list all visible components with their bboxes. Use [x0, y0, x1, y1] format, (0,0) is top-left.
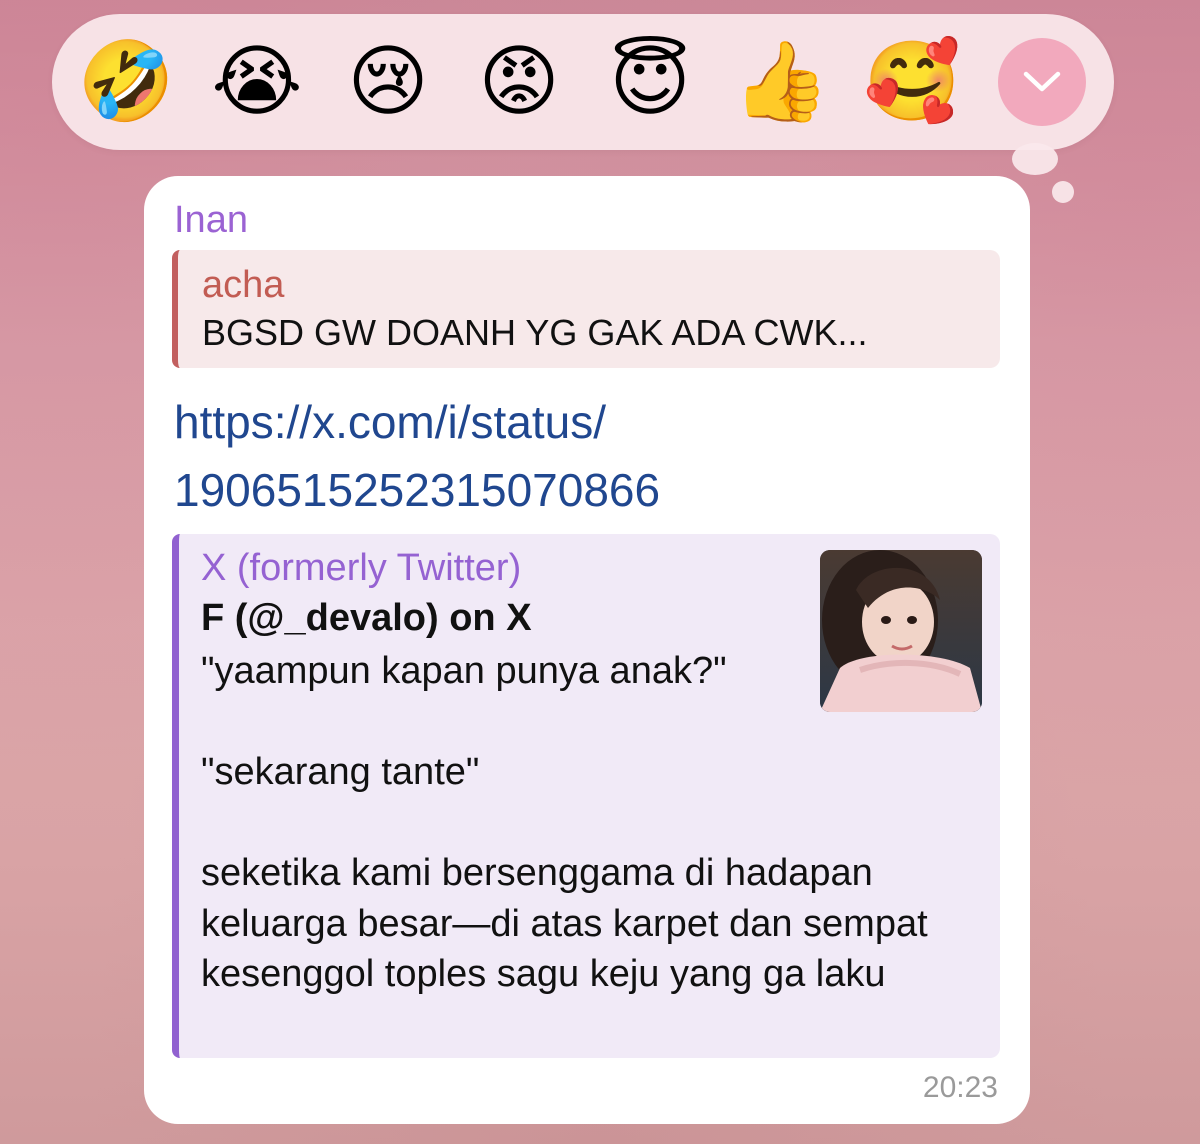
profile-photo-icon [820, 550, 982, 712]
message-timestamp: 20:23 [922, 1071, 998, 1104]
reply-quote[interactable]: acha BGSD GW DOANH YG GAK ADA CWK... [172, 250, 1000, 368]
crying-reaction-icon[interactable]: 😢 [340, 34, 436, 130]
preview-paragraph: "sekarang tante" [201, 751, 480, 793]
halo-smile-reaction-icon[interactable]: 😇 [602, 34, 698, 130]
rolling-laughing-reaction-icon[interactable]: 🤣 [77, 34, 174, 130]
message-bubble[interactable]: Inan acha BGSD GW DOANH YG GAK ADA CWK..… [144, 176, 1030, 1124]
reaction-bar: 🤣 😭 😢 😡 😇 👍 🥰 [52, 14, 1114, 150]
chevron-down-icon [1023, 71, 1061, 92]
angry-reaction-icon[interactable]: 😡 [471, 34, 567, 130]
preview-thumbnail[interactable] [820, 550, 982, 712]
preview-paragraph: seketika kami bersenggama di hadapan kel… [201, 852, 928, 995]
link-line-1: https://x.com/i/status/ [174, 396, 607, 448]
reaction-bar-tail-dot [1052, 181, 1074, 203]
link-preview[interactable]: X (formerly Twitter) F (@_devalo) on X "… [172, 534, 1000, 1058]
thumbs-up-reaction-icon[interactable]: 👍 [732, 34, 829, 130]
reply-text: BGSD GW DOANH YG GAK ADA CWK... [202, 312, 868, 353]
preview-site-name: X (formerly Twitter) [201, 547, 522, 589]
reply-author: acha [202, 264, 285, 306]
link-line-2: 1906515252315070866 [174, 464, 661, 516]
sender-name[interactable]: Inan [174, 198, 248, 242]
message-link[interactable]: https://x.com/i/status/ 1906515252315070… [174, 388, 660, 524]
loudly-crying-reaction-icon[interactable]: 😭 [209, 34, 305, 130]
reaction-bar-tail [1012, 143, 1058, 175]
preview-title: F (@_devalo) on X [201, 597, 532, 639]
expand-reactions-button[interactable] [998, 38, 1086, 126]
hearts-smile-reaction-icon[interactable]: 🥰 [863, 34, 960, 130]
